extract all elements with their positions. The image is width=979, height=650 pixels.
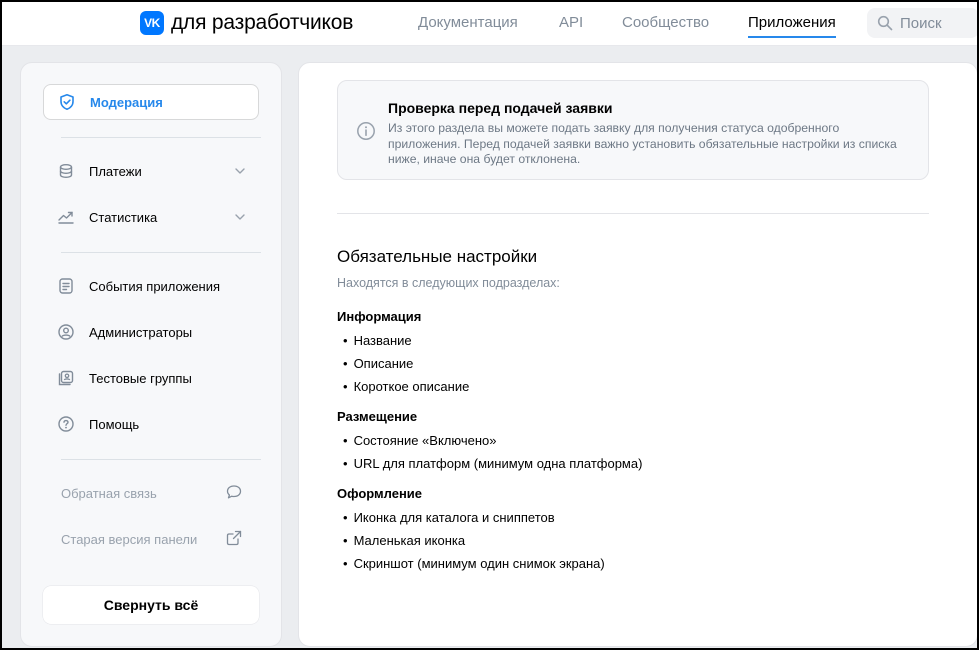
sidebar-item-label: Помощь (89, 416, 140, 432)
list-item: URL для платформ (минимум одна платформа… (343, 456, 643, 471)
sidebar: Модерация Платежи Статистика События при… (20, 62, 282, 647)
shield-check-icon (58, 93, 76, 111)
content-divider (337, 213, 929, 214)
sidebar-item-app-events[interactable]: События приложения (43, 268, 259, 304)
search-input[interactable]: Поиск (867, 8, 977, 38)
top-header: VK для разработчиков Документация API Со… (2, 2, 977, 46)
external-link-icon (226, 530, 242, 546)
info-text: Из этого раздела вы можете подать заявку… (388, 121, 897, 166)
stats-icon (57, 208, 75, 226)
sidebar-divider (61, 137, 261, 138)
sidebar-item-label: Статистика (89, 209, 158, 225)
nav-api[interactable]: API (559, 14, 583, 31)
active-nav-indicator (748, 36, 836, 38)
sidebar-item-test-groups[interactable]: Тестовые группы (43, 360, 259, 396)
help-icon (57, 415, 75, 433)
list-item: Иконка для каталога и сниппетов (343, 510, 555, 525)
sidebar-item-help[interactable]: Помощь (43, 406, 259, 442)
list-item: Описание (343, 356, 414, 371)
sidebar-item-label: События приложения (89, 278, 221, 294)
nav-apps-label: Приложения (748, 14, 836, 31)
search-placeholder: Поиск (900, 14, 942, 32)
list-item: Маленькая иконка (343, 533, 466, 548)
group-heading-info: Информация (337, 309, 422, 324)
sidebar-item-label: Модерация (90, 94, 163, 110)
list-item: Короткое описание (343, 379, 470, 394)
sidebar-item-label: Администраторы (89, 324, 193, 340)
search-icon (877, 15, 893, 31)
group-heading-placement: Размещение (337, 409, 418, 424)
list-item: Название (343, 333, 412, 348)
logo-text: для разработчиков (171, 11, 354, 34)
app-window: VK для разработчиков Документация API Со… (0, 0, 979, 650)
sidebar-item-statistics[interactable]: Статистика (43, 199, 259, 235)
collapse-all-button[interactable]: Свернуть всё (43, 586, 259, 624)
vk-logo-icon: VK (140, 11, 164, 35)
sidebar-item-admins[interactable]: Администраторы (43, 314, 259, 350)
list-item: Скриншот (минимум один снимок экрана) (343, 556, 605, 571)
sidebar-divider (61, 252, 261, 253)
info-title: Проверка перед подачей заявки (388, 100, 613, 116)
document-list-icon (57, 277, 75, 295)
list-item: Состояние «Включено» (343, 433, 497, 448)
sidebar-item-label: Платежи (89, 163, 142, 179)
sidebar-divider (61, 459, 261, 460)
sidebar-item-label: Тестовые группы (89, 370, 192, 386)
chevron-down-icon (235, 168, 245, 174)
nav-community[interactable]: Сообщество (622, 14, 709, 31)
users-square-icon (57, 369, 75, 387)
group-heading-design: Оформление (337, 486, 423, 501)
message-icon (226, 485, 242, 499)
chevron-down-icon (235, 214, 245, 220)
logo[interactable]: VK для разработчиков (140, 11, 353, 35)
sidebar-item-payments[interactable]: Платежи (43, 153, 259, 189)
feedback-label: Обратная связь (61, 485, 157, 501)
section-subtitle: Находятся в следующих подразделах: (337, 276, 560, 290)
section-title: Обязательные настройки (337, 247, 538, 266)
nav-apps[interactable]: Приложения (748, 14, 836, 38)
info-banner: Проверка перед подачей заявки Из этого р… (337, 80, 929, 180)
old-panel-link[interactable]: Старая версия панели (43, 521, 259, 557)
coins-icon (57, 162, 75, 180)
sidebar-item-moderation[interactable]: Модерация (43, 84, 259, 120)
info-icon (357, 122, 375, 140)
main-content: Проверка перед подачей заявки Из этого р… (298, 62, 977, 647)
old-panel-label: Старая версия панели (61, 531, 198, 547)
user-circle-icon (57, 323, 75, 341)
feedback-link[interactable]: Обратная связь (43, 475, 259, 511)
nav-docs[interactable]: Документация (418, 14, 518, 31)
